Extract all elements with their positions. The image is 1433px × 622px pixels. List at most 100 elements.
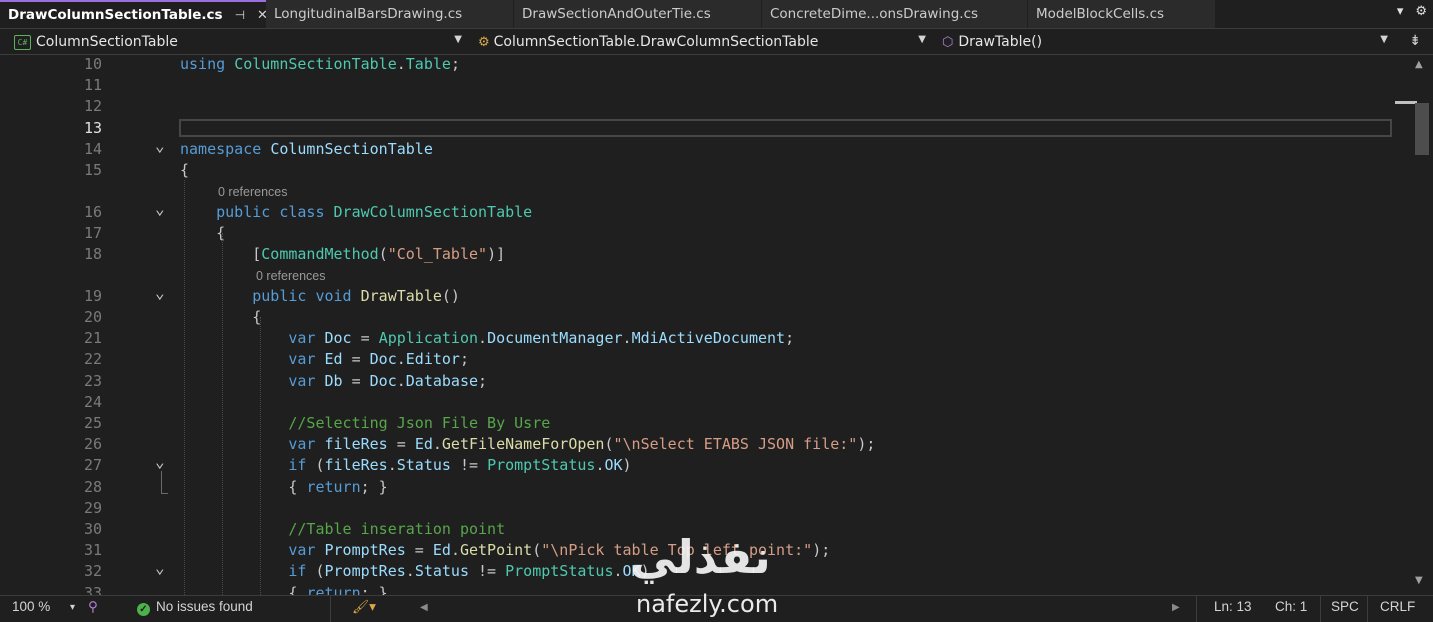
code-token: { xyxy=(180,308,262,326)
fold-chevron-icon[interactable]: ⌄ xyxy=(155,560,169,576)
code-token: GetPoint xyxy=(459,541,533,560)
code-line[interactable]: 10 using ColumnSectionTable.Table; xyxy=(0,55,1395,75)
code-token: . xyxy=(405,562,415,581)
code-line[interactable]: 20 { xyxy=(0,307,1395,328)
code-token: . xyxy=(478,329,488,348)
codelens-references[interactable]: 0 references xyxy=(256,266,325,286)
codelens-references[interactable]: 0 references xyxy=(218,182,287,202)
member-dropdown[interactable]: ⬡ DrawTable() ▼ xyxy=(938,31,1394,53)
code-token: var xyxy=(288,435,316,454)
line-number: 25 xyxy=(83,414,102,432)
code-token: { xyxy=(180,583,307,595)
tab-drawsectionandoutertie[interactable]: DrawSectionAndOuterTie.cs xyxy=(514,0,762,28)
code-line[interactable]: 24 xyxy=(0,392,1395,413)
code-line[interactable]: 22 var Ed = Doc.Editor; xyxy=(0,349,1395,370)
pin-icon[interactable]: ⊣ xyxy=(235,8,245,22)
type-dropdown[interactable]: ⚙ ColumnSectionTable.DrawColumnSectionTa… xyxy=(474,31,932,53)
code-token: var xyxy=(288,541,316,560)
code-token: using xyxy=(180,55,226,73)
code-token: . xyxy=(622,329,632,348)
code-token: var xyxy=(288,329,316,348)
code-line[interactable]: 19 ⌄ public void DrawTable() xyxy=(0,284,1395,307)
code-line[interactable]: 21 var Doc = Application.DocumentManager… xyxy=(0,328,1395,349)
whitespace-mode[interactable]: SPC xyxy=(1331,599,1359,614)
code-token: ( xyxy=(306,562,325,581)
code-line[interactable]: 12 xyxy=(0,96,1395,117)
line-ending-mode[interactable]: CRLF xyxy=(1380,599,1415,614)
code-token: CommandMethod xyxy=(261,245,379,264)
column-number[interactable]: Ch: 1 xyxy=(1275,599,1307,614)
code-line[interactable]: 16 ⌄ public class DrawColumnSectionTable xyxy=(0,200,1395,223)
code-line[interactable]: 26 var fileRes = Ed.GetFileNameForOpen("… xyxy=(0,434,1395,455)
indent-guide xyxy=(184,180,185,595)
scroll-left-icon[interactable]: ◀ xyxy=(420,602,428,613)
code-line[interactable]: 29 xyxy=(0,498,1395,519)
code-text: using ColumnSectionTable.Table; xyxy=(180,55,460,75)
code-line[interactable]: 25 //Selecting Json File By Usre xyxy=(0,413,1395,434)
line-number: 12 xyxy=(83,97,102,116)
project-dropdown[interactable]: C# ColumnSectionTable ▼ xyxy=(10,31,468,53)
scrollbar-thumb[interactable] xyxy=(1415,103,1429,155)
zoom-dropdown-icon[interactable]: ▾ xyxy=(70,602,75,613)
code-token: if xyxy=(288,562,307,581)
scroll-down-icon[interactable]: ▼ xyxy=(1415,575,1423,586)
code-token: fileRes xyxy=(324,435,388,454)
gear-icon[interactable]: ⚙ xyxy=(1415,4,1427,19)
code-line[interactable]: 11 xyxy=(0,75,1395,96)
copilot-icon[interactable]: ⚲ xyxy=(88,599,98,615)
code-text: var fileRes = Ed.GetFileNameForOpen("\nS… xyxy=(180,434,875,455)
code-line[interactable]: 23 var Db = Doc.Database; xyxy=(0,371,1395,392)
code-text: { xyxy=(180,307,261,328)
code-token: . xyxy=(396,371,406,390)
line-number: 31 xyxy=(83,541,102,560)
code-token: Application xyxy=(378,329,479,348)
fold-chevron-icon[interactable]: ⌄ xyxy=(155,137,169,153)
code-line[interactable]: 13 xyxy=(0,118,1395,139)
zoom-level[interactable]: 100 % xyxy=(12,599,50,614)
class-icon: ⚙ xyxy=(478,34,490,50)
scroll-up-icon[interactable]: ▲ xyxy=(1415,59,1423,70)
code-line[interactable]: 15 { xyxy=(0,160,1395,181)
code-line[interactable]: 17 { xyxy=(0,223,1395,244)
fold-chevron-icon[interactable]: ⌄ xyxy=(155,284,169,300)
code-line[interactable]: 28 { return; } xyxy=(0,477,1395,498)
vertical-scrollbar[interactable]: ▲ ▼ xyxy=(1395,55,1433,595)
code-token: var xyxy=(288,350,316,369)
code-token: //Table inseration point xyxy=(288,520,506,538)
line-number: 21 xyxy=(83,329,102,348)
scroll-right-icon[interactable]: ▶ xyxy=(1172,602,1180,613)
tab-modelblockcells[interactable]: ModelBlockCells.cs xyxy=(1028,0,1216,28)
code-text: { return; } xyxy=(180,477,387,498)
split-window-icon[interactable]: ⇟ xyxy=(1409,33,1421,49)
code-token: DocumentManager xyxy=(487,329,623,348)
code-line[interactable]: 18 [CommandMethod("Col_Table")] xyxy=(0,244,1395,265)
fold-chevron-icon[interactable]: ⌄ xyxy=(155,200,169,216)
tab-drawcolumnsectiontable[interactable]: DrawColumnSectionTable.cs ⊣ ✕ xyxy=(0,0,270,28)
code-cleanup-icon[interactable]: 🖌▾ xyxy=(352,599,376,615)
document-tab-bar: DrawColumnSectionTable.cs ⊣ ✕ Longitudin… xyxy=(0,0,1433,28)
fold-chevron-icon[interactable]: ⌄ xyxy=(155,454,169,470)
line-number: 17 xyxy=(83,223,102,242)
tab-label: ModelBlockCells.cs xyxy=(1036,6,1165,22)
code-token: Doc xyxy=(369,371,397,390)
tab-longitudinalbarsdrawing[interactable]: LongitudinalBarsDrawing.cs xyxy=(266,0,514,28)
code-text: public class DrawColumnSectionTable xyxy=(180,202,532,223)
code-line[interactable]: 14 ⌄ namespace ColumnSectionTable xyxy=(0,137,1395,160)
code-editor[interactable]: 10 using ColumnSectionTable.Table; 11 12 13 1… xyxy=(0,55,1433,595)
tab-list-dropdown-icon[interactable]: ▾ xyxy=(1397,4,1404,19)
check-circle-icon: ✓ xyxy=(137,603,150,616)
code-token: OK xyxy=(604,456,623,475)
issues-indicator[interactable]: ✓ No issues found xyxy=(137,599,253,616)
code-text: //Table inseration point xyxy=(180,519,505,540)
code-token: . xyxy=(432,435,442,454)
line-number[interactable]: Ln: 13 xyxy=(1214,599,1252,614)
chevron-down-icon: ▼ xyxy=(1380,34,1388,45)
code-token: . xyxy=(387,456,397,475)
tab-concretedimensionsdrawing[interactable]: ConcreteDime...onsDrawing.cs xyxy=(762,0,1028,28)
code-line[interactable]: 27 ⌄ if (fileRes.Status != PromptStatus.O… xyxy=(0,454,1395,476)
